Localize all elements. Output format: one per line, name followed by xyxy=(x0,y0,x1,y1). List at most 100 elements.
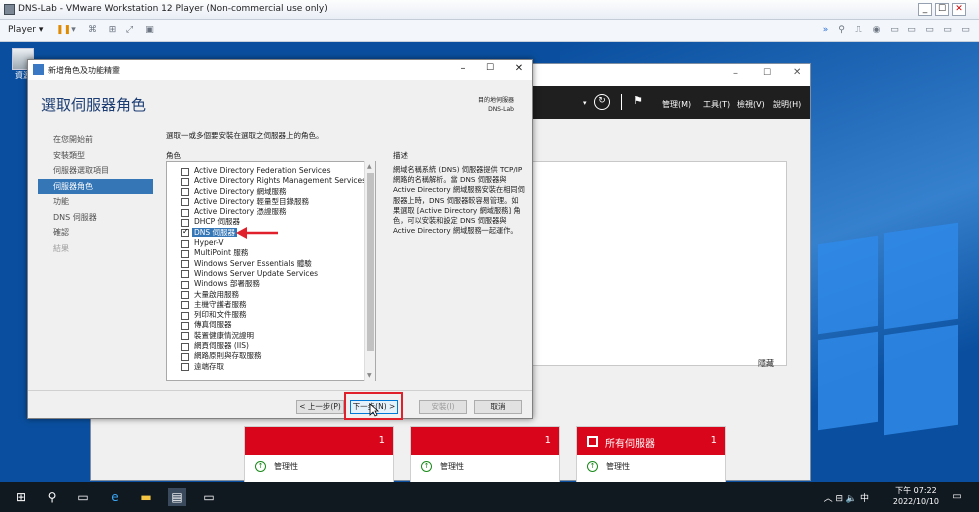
server-manager-taskbar-icon[interactable]: ▤ xyxy=(168,488,186,506)
task-view-icon[interactable]: ▭ xyxy=(74,488,92,506)
role-item[interactable]: 網路原則與存取服務 xyxy=(167,351,362,361)
folder-device-icon[interactable]: ▭ xyxy=(906,25,917,36)
role-item[interactable]: 裝置健康情況證明 xyxy=(167,331,362,341)
network-icon[interactable]: ⊟ xyxy=(835,494,843,504)
printer-device-icon[interactable]: ▭ xyxy=(924,25,935,36)
start-icon[interactable]: ⊞ xyxy=(12,488,30,506)
menu-help[interactable]: 說明(H) xyxy=(773,99,801,110)
hdd-device-icon[interactable]: ▭ xyxy=(889,25,900,36)
roles-scrollbar[interactable]: ▲ ▼ xyxy=(364,161,375,381)
role-checkbox[interactable] xyxy=(181,260,189,269)
role-checkbox[interactable] xyxy=(181,342,189,351)
volume-icon[interactable]: 🔈 xyxy=(846,494,857,504)
hide-link[interactable]: 隱藏 xyxy=(758,358,774,369)
nav-step-before-you-begin[interactable]: 在您開始前 xyxy=(38,132,153,148)
role-checkbox[interactable] xyxy=(181,208,189,217)
scroll-down-icon[interactable]: ▼ xyxy=(367,372,372,379)
full-screen-icon[interactable]: ⤢ xyxy=(124,25,135,36)
wizard-minimize-button[interactable]: – xyxy=(456,63,470,74)
role-checkbox[interactable] xyxy=(181,291,189,300)
menu-manage[interactable]: 管理(M) xyxy=(662,99,691,110)
role-label: Active Directory Rights Management Servi… xyxy=(194,176,366,186)
role-item[interactable]: 傳真伺服器 xyxy=(167,320,362,330)
display-device-icon[interactable]: ▭ xyxy=(960,25,971,36)
minimize-button[interactable]: _ xyxy=(918,3,932,16)
role-item[interactable]: 主機守護者服務 xyxy=(167,300,362,310)
role-item[interactable]: MultiPoint 服務 xyxy=(167,248,362,258)
role-item[interactable]: 遠端存取 xyxy=(167,362,362,372)
role-item[interactable]: Active Directory Federation Services xyxy=(167,166,362,176)
show-hidden-icons-icon[interactable]: ︿ xyxy=(824,494,833,504)
role-checkbox[interactable] xyxy=(181,227,189,238)
all-servers-tile[interactable]: 所有伺服器 1 ↑ 管理性 xyxy=(576,426,726,482)
clock[interactable]: 下午 07:22 2022/10/10 xyxy=(893,485,939,507)
sm-close-button[interactable]: ✕ xyxy=(793,67,801,78)
nav-step-dns-server[interactable]: DNS 伺服器 xyxy=(38,210,153,226)
role-item[interactable]: Active Directory Rights Management Servi… xyxy=(167,176,366,186)
role-checkbox[interactable] xyxy=(181,352,189,361)
role-checkbox[interactable] xyxy=(181,198,189,207)
network-device-icon[interactable]: ⚲ xyxy=(836,25,847,36)
nav-step-installation-type[interactable]: 安裝類型 xyxy=(38,148,153,164)
send-ctrl-alt-del-icon[interactable]: ⌘ xyxy=(87,25,98,36)
role-checkbox[interactable] xyxy=(181,270,189,279)
cancel-button[interactable]: 取消 xyxy=(474,400,522,414)
scroll-thumb[interactable] xyxy=(367,173,374,351)
player-menu-button[interactable]: Player ▾ xyxy=(8,25,43,35)
ime-indicator[interactable]: 中 xyxy=(860,494,869,504)
search-icon[interactable]: ⚲ xyxy=(43,488,61,506)
role-tile[interactable]: 1 ↑ 管理性 xyxy=(410,426,560,482)
role-item[interactable]: Active Directory 憑證服務 xyxy=(167,207,362,217)
wizard-maximize-button[interactable]: ☐ xyxy=(483,63,497,73)
scroll-up-icon[interactable]: ▲ xyxy=(367,163,372,170)
role-item[interactable]: 大量啟用服務 xyxy=(167,290,362,300)
role-checkbox[interactable] xyxy=(181,280,189,289)
role-checkbox[interactable] xyxy=(181,218,189,227)
file-explorer-icon[interactable]: ▬ xyxy=(137,488,155,506)
cd-device-icon[interactable]: ◉ xyxy=(871,25,882,36)
role-checkbox[interactable] xyxy=(181,321,189,330)
previous-button[interactable]: < 上一步(P) xyxy=(296,400,344,414)
role-item[interactable]: Windows Server Essentials 體驗 xyxy=(167,259,362,269)
role-item[interactable]: Active Directory 網域服務 xyxy=(167,187,362,197)
usb-device-icon[interactable]: ⎍ xyxy=(853,25,864,36)
role-checkbox[interactable] xyxy=(181,311,189,320)
internet-explorer-icon[interactable]: e xyxy=(106,488,124,506)
role-tile[interactable]: 1 ↑ 管理性 xyxy=(244,426,394,482)
nav-step-server-roles[interactable]: 伺服器角色 xyxy=(38,178,153,194)
role-checkbox[interactable] xyxy=(181,332,189,341)
role-item[interactable]: 網頁伺服器 (IIS) xyxy=(167,341,362,351)
role-item[interactable]: Active Directory 輕量型目錄服務 xyxy=(167,197,362,207)
removable-devices-icon[interactable]: ⊞ xyxy=(107,25,118,36)
unity-icon[interactable]: ▣ xyxy=(144,25,155,36)
nav-step-features[interactable]: 功能 xyxy=(38,194,153,210)
role-checkbox[interactable] xyxy=(181,239,189,248)
dropdown-icon[interactable]: ▾ xyxy=(68,25,79,36)
maximize-button[interactable]: ☐ xyxy=(935,3,949,16)
role-item[interactable]: Windows Server Update Services xyxy=(167,269,362,279)
close-button[interactable]: ✕ xyxy=(952,3,966,16)
sm-maximize-button[interactable]: ☐ xyxy=(763,68,771,78)
role-checkbox[interactable] xyxy=(181,177,189,186)
more-icon[interactable]: » xyxy=(820,25,831,36)
role-item[interactable]: 列印和文件服務 xyxy=(167,310,362,320)
menu-tools[interactable]: 工具(T) xyxy=(703,99,730,110)
role-checkbox[interactable] xyxy=(181,363,189,372)
sm-minimize-button[interactable]: – xyxy=(733,68,738,79)
role-checkbox[interactable] xyxy=(181,167,189,176)
notification-center-icon[interactable]: ▭ xyxy=(948,488,966,506)
wizard-close-button[interactable]: ✕ xyxy=(512,63,526,74)
command-prompt-icon[interactable]: ▭ xyxy=(200,488,218,506)
refresh-icon[interactable]: ↻ xyxy=(594,94,610,110)
pause-icon[interactable]: ❚❚ xyxy=(56,25,71,36)
nav-step-server-selection[interactable]: 伺服器選取項目 xyxy=(38,163,153,179)
role-checkbox[interactable] xyxy=(181,301,189,310)
role-checkbox[interactable] xyxy=(181,249,189,258)
dropdown-icon[interactable]: ▾ xyxy=(583,99,587,107)
menu-view[interactable]: 檢視(V) xyxy=(737,99,765,110)
notification-flag-icon[interactable]: ⚑ xyxy=(633,94,643,107)
sound-device-icon[interactable]: ▭ xyxy=(942,25,953,36)
role-checkbox[interactable] xyxy=(181,188,189,197)
nav-step-confirmation[interactable]: 確認 xyxy=(38,225,153,241)
role-item[interactable]: Windows 部署服務 xyxy=(167,279,362,289)
